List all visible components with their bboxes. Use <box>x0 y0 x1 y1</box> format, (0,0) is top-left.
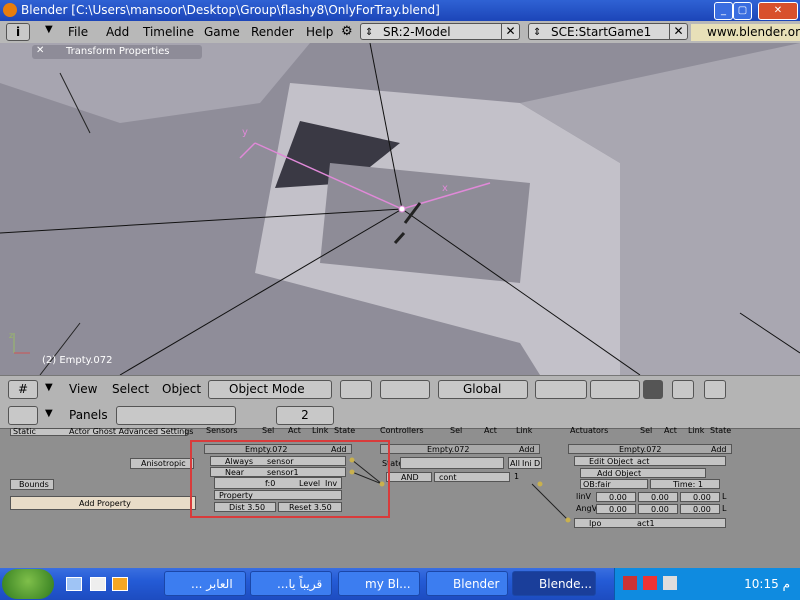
task-blender-2[interactable]: Blende... <box>512 571 596 596</box>
clock[interactable]: 10:15 م <box>744 577 790 591</box>
windows-taskbar: ... العابر ...قريباً يا my Bl... Blender… <box>0 568 800 600</box>
main-menubar: i ▼ File Add Timeline Game Render Help ⚙… <box>0 21 800 44</box>
close-scene-icon[interactable]: ✕ <box>669 23 687 40</box>
start-button[interactable] <box>2 569 54 599</box>
window-titlebar: Blender [C:\Users\mansoor\Desktop\Group\… <box>0 0 800 21</box>
object-label: (2) Empty.072 <box>42 355 113 366</box>
screen-selector[interactable]: ⇕ SR:2-Model ✕ <box>360 23 520 40</box>
task-ie-2[interactable]: ...قريباً يا <box>250 571 332 596</box>
draw-type-button[interactable] <box>340 380 372 399</box>
menu-render[interactable]: Render <box>251 25 294 39</box>
screen-value: SR:2-Model <box>383 25 451 39</box>
task-blender-1[interactable]: Blender <box>426 571 508 596</box>
menu-view[interactable]: View <box>69 382 97 396</box>
pivot-button[interactable] <box>380 380 430 399</box>
updown-icon: ⇕ <box>365 27 374 38</box>
menu-select[interactable]: Select <box>112 382 149 396</box>
menu-add[interactable]: Add <box>106 25 129 39</box>
network-icon[interactable] <box>643 576 657 590</box>
task-folder[interactable]: my Bl... <box>338 571 420 596</box>
layers-row-2[interactable] <box>590 380 640 399</box>
media-player-icon[interactable] <box>112 577 128 591</box>
layers-row-1[interactable] <box>535 380 587 399</box>
blender-logo-icon <box>3 3 17 17</box>
render-icon[interactable] <box>672 380 694 399</box>
mode-dropdown[interactable]: Object Mode <box>208 380 332 399</box>
scene-value: SCE:StartGame1 <box>551 25 652 39</box>
antivirus-icon[interactable] <box>623 576 637 590</box>
orientation-dropdown[interactable]: Global <box>438 380 528 399</box>
system-tray: 10:15 م <box>614 568 800 600</box>
highlight-box <box>190 440 390 518</box>
scene-geometry <box>0 43 800 375</box>
chevron-down-icon[interactable]: ▼ <box>45 24 53 35</box>
transform-properties-panel[interactable]: ✕ Transform Properties <box>32 45 202 59</box>
switch-windows-icon[interactable] <box>90 577 106 591</box>
logic-links <box>349 457 571 523</box>
chevron-down-icon[interactable]: ▼ <box>45 382 53 393</box>
mode-value: Object Mode <box>229 382 305 396</box>
close-button[interactable]: ✕ <box>758 2 798 20</box>
window-title: Blender [C:\Users\mansoor\Desktop\Group\… <box>21 3 440 17</box>
menu-game[interactable]: Game <box>204 25 240 39</box>
updown-icon: ⇕ <box>533 27 542 38</box>
screen-icon: ⚙ <box>341 24 353 39</box>
maximize-button[interactable]: ▢ <box>733 2 752 20</box>
task-ie-1[interactable]: ... العابر <box>164 571 246 596</box>
menu-object[interactable]: Object <box>162 382 201 396</box>
3d-viewport[interactable]: ✕ Transform Properties y x z (2) Empty.0… <box>0 43 800 375</box>
menu-file[interactable]: File <box>68 25 88 39</box>
info-icon[interactable]: i <box>6 23 30 41</box>
website-link[interactable]: www.blender.or <box>691 24 800 41</box>
scene-selector[interactable]: ⇕ SCE:StartGame1 ✕ <box>528 23 688 40</box>
axis-y-label: y <box>242 127 248 138</box>
axis-z-label: z <box>9 331 14 340</box>
close-screen-icon[interactable]: ✕ <box>501 23 519 40</box>
show-desktop-icon[interactable] <box>66 577 82 591</box>
minimize-button[interactable]: _ <box>714 2 733 20</box>
menu-help[interactable]: Help <box>306 25 333 39</box>
menu-timeline[interactable]: Timeline <box>143 25 194 39</box>
grid-icon[interactable]: # <box>8 380 38 399</box>
orientation-value: Global <box>463 382 502 396</box>
3d-view-header: # ▼ View Select Object Object Mode Globa… <box>0 375 800 403</box>
buttons-window: ▼ Panels 2 Static Actor Ghost Advanced S… <box>0 402 800 568</box>
volume-icon[interactable] <box>663 576 677 590</box>
lock-icon[interactable] <box>643 380 663 399</box>
close-panel-icon[interactable]: ✕ <box>36 45 44 56</box>
axis-x-label: x <box>442 183 448 194</box>
panel-title: Transform Properties <box>66 46 170 57</box>
camera-icon[interactable] <box>704 380 726 399</box>
